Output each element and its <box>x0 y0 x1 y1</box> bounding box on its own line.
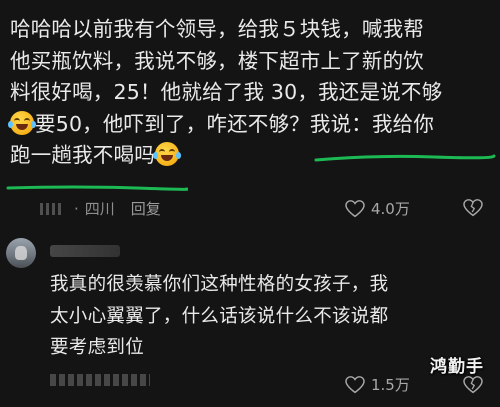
blurred-meta <box>50 374 150 386</box>
broken-heart-icon[interactable] <box>463 376 483 394</box>
blurred-date <box>40 202 62 215</box>
broken-heart-icon[interactable] <box>463 199 483 217</box>
avatar[interactable] <box>6 238 36 268</box>
comment-1-text: 哈哈哈以前我有个领导，给我５块钱，喊我帮 他买瓶饮料，我说不够，楼下超市上了新的… <box>8 14 494 172</box>
comment-1-line-5: 跑一趟我不喝吗 <box>10 143 155 167</box>
laughing-crying-emoji-icon <box>8 110 36 135</box>
watermark: 鸿勤手 <box>430 357 484 377</box>
meta-separator: · <box>74 199 79 218</box>
like-button[interactable]: 4.0万 <box>345 198 410 219</box>
blurred-username <box>50 245 120 257</box>
comment-1-line-2: 他买瓶饮料，我说不够，楼下超市上了新的饮 <box>10 48 424 73</box>
comment-1-meta: · 四川 回复 <box>40 198 161 219</box>
comment-1-line-4: 要50，他吓到了，咋还不够？我说：我给你 <box>35 111 435 136</box>
green-underline-mark <box>6 185 188 191</box>
comment-2-text: 我真的很羡慕你们这种性格的女孩子，我 太小心翼翼了，什么话该说什么不该说都 要考… <box>50 269 490 364</box>
comment-2-meta <box>50 374 150 386</box>
comment-2-line-1: 我真的很羡慕你们这种性格的女孩子，我 <box>50 274 389 295</box>
like-count: 4.0万 <box>371 200 410 218</box>
like-count: 1.5万 <box>371 376 410 394</box>
comment-1-line-3: 料很好喝，25！他就给了我 30，我还是说不够 <box>10 80 443 104</box>
heart-icon <box>345 199 365 217</box>
reply-button[interactable]: 回复 <box>131 198 161 219</box>
heart-icon <box>345 375 365 393</box>
comment-2-line-2: 太小心翼翼了，什么话该说什么不该说都 <box>50 305 389 327</box>
laughing-crying-emoji-icon <box>152 142 181 166</box>
comment-1-location: 四川 <box>84 200 115 218</box>
like-button[interactable]: 1.5万 <box>345 374 410 395</box>
comment-1-line-4-wrap: 要50，他吓到了，咋还不够？我说：我给你 <box>8 109 494 141</box>
green-underline-mark <box>314 154 496 162</box>
comment-2-line-3: 要考虑到位 <box>50 337 145 358</box>
comment-1-line-1: 哈哈哈以前我有个领导，给我５块钱，喊我帮 <box>10 17 424 41</box>
